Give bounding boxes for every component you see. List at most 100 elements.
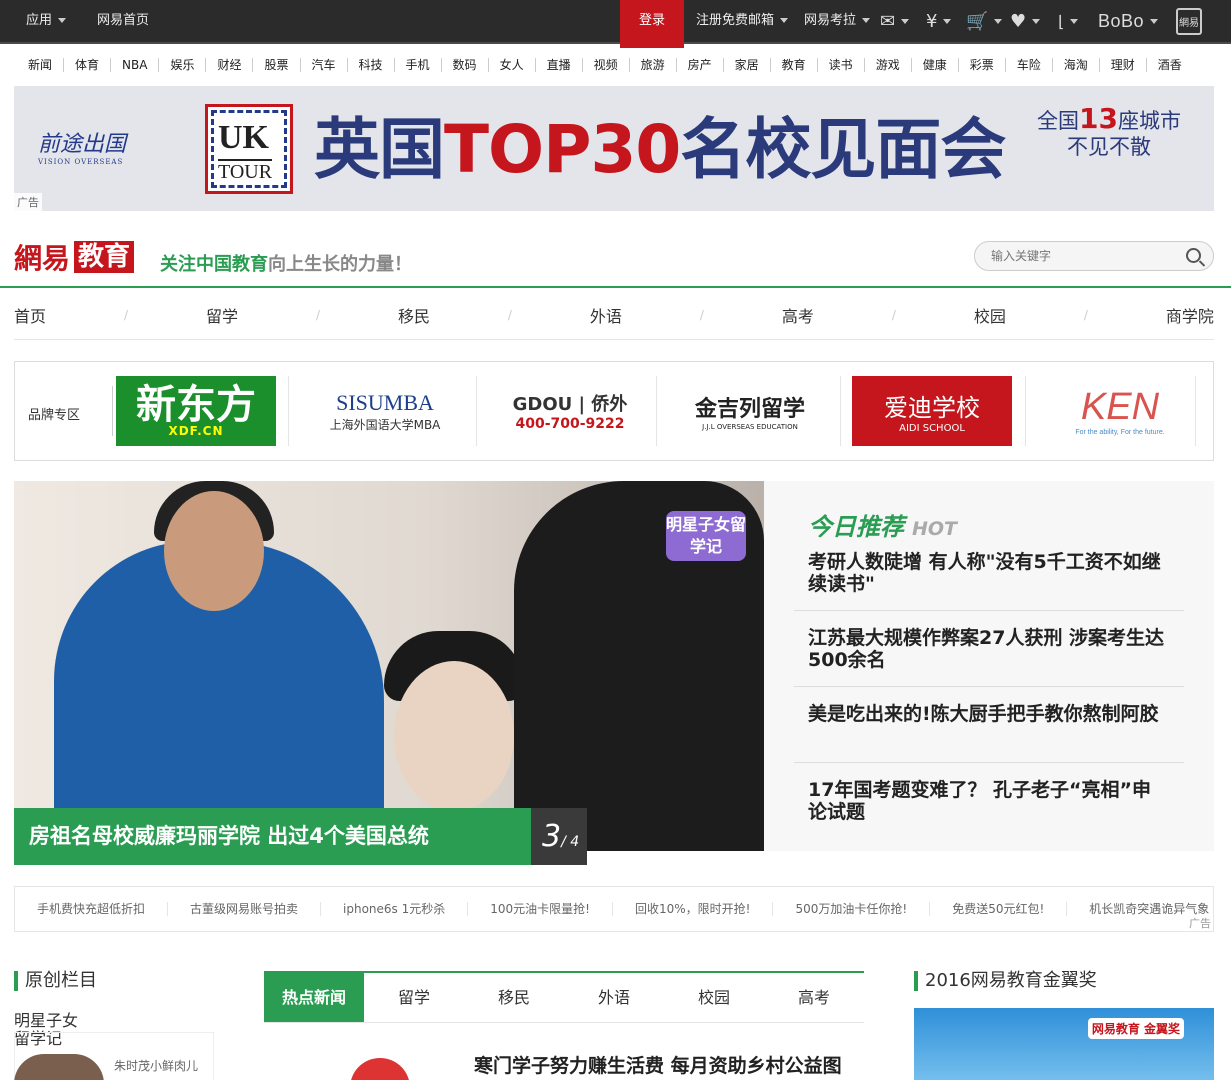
brand-sisumba[interactable]: SISUMBA 上海外国语大学MBA [305,376,465,446]
main-nav-item[interactable]: 留学 [206,303,238,327]
channel-link[interactable]: 酒香 [1147,58,1193,72]
nav-separator: / [123,307,129,322]
channel-link[interactable]: 理财 [1100,58,1147,72]
brand-aidi[interactable]: 爱迪学校 AIDI SCHOOL [852,376,1012,446]
channel-link[interactable]: 健康 [912,58,959,72]
text-ad-link[interactable]: 免费送50元红包! [930,902,1068,916]
netease-logo: 網易 [14,242,71,275]
netease-home-link[interactable]: 网易首页 [97,0,149,42]
search-icon[interactable] [1186,248,1201,263]
channel-link[interactable]: 家居 [724,58,771,72]
text-ad-link[interactable]: 古董级网易账号拍卖 [168,902,322,916]
hot-item[interactable]: 17年国考题变难了？ 孔子老子“亮相”申论试题 [808,779,1168,823]
main-nav-item[interactable]: 外语 [590,303,622,327]
text-ad-link[interactable]: 回收10%，限时开抢! [613,902,774,916]
hot-item[interactable]: 江苏最大规模作弊案27人获刑 涉案考生达500余名 [808,627,1168,671]
column-badge: 明星子女留学记 [666,511,746,561]
ad-label: 广告 [14,193,42,211]
nav-separator: / [507,307,512,322]
chevron-down-icon [58,18,67,23]
register-mail-menu[interactable]: 注册免费邮箱 [696,0,789,42]
channel-link[interactable]: 教育 [771,58,818,72]
banner-ad[interactable]: 前途出国 VISION OVERSEAS UK TOUR 英国TOP30名校见面会… [14,86,1214,211]
original-section-title: 原创栏目 [14,971,97,991]
nav-separator: / [891,307,896,322]
today-recommend-title: 今日推荐 HOT [808,513,958,541]
award-banner[interactable]: 网易教育 金翼奖 [914,1008,1214,1080]
news-tab[interactable]: 外语 [564,973,664,1022]
channel-link[interactable]: 新闻 [14,58,65,72]
mobile-app-link[interactable]: 網易 [1176,0,1202,42]
main-nav-item[interactable]: 商学院 [1166,303,1214,327]
news-tab[interactable]: 热点新闻 [264,973,364,1022]
channel-link[interactable]: 游戏 [865,58,912,72]
top-bar: 应用 网易首页 登录 注册免费邮箱 网易考拉 ✉ ¥ 🛒 ♥ ⌊ BoBo 網易 [0,0,1231,48]
divider [794,762,1184,763]
channel-link[interactable]: 股票 [253,58,301,72]
text-ad-link[interactable]: 100元油卡限量抢! [468,902,613,916]
heart-icon: ♥ [1010,10,1027,32]
brand-jjl[interactable]: 金吉列留学 J.J.L OVERSEAS EDUCATION [670,376,830,446]
slogan: 关注中国教育向上生长的力量！ [160,254,412,275]
cart-menu[interactable]: 🛒 [966,0,1003,42]
channel-link[interactable]: 手机 [395,58,442,72]
favorite-menu[interactable]: ♥ [1010,0,1041,42]
hot-item[interactable]: 考研人数陡增 有人称"没有5千工资不如继续读书" [808,551,1168,595]
channel-link[interactable]: 女人 [489,58,536,72]
user-menu[interactable]: ⌊ [1058,0,1079,42]
text-ad-link[interactable]: 机长凯奇突遇诡异气象 [1067,902,1231,916]
channel-link[interactable]: 视频 [583,58,630,72]
apps-menu[interactable]: 应用 [26,0,67,42]
divider [1025,376,1026,446]
main-nav-item[interactable]: 高考 [782,303,814,327]
news-thumbnail[interactable] [350,1058,410,1080]
ad-label: 广告 [1189,917,1211,930]
text-ad-link[interactable]: 手机费快充超低折扣 [15,902,169,916]
news-tab[interactable]: 留学 [364,973,464,1022]
channel-link[interactable]: 科技 [348,58,395,72]
channel-link[interactable]: 汽车 [301,58,348,72]
channel-link[interactable]: 车险 [1006,58,1053,72]
channel-link[interactable]: NBA [111,58,160,72]
channel-link[interactable]: 读书 [818,58,865,72]
brand-gdou[interactable]: GDOU | 侨外 400-700-9222 [485,376,655,446]
brand-xdf[interactable]: 新东方 XDF.CN [116,376,276,446]
hero-caption[interactable]: 房祖名母校威廉玛丽学院 出过4个美国总统 [14,808,531,865]
news-tab[interactable]: 高考 [764,973,864,1022]
main-nav-item[interactable]: 校园 [974,303,1006,327]
news-tab[interactable]: 移民 [464,973,564,1022]
search-input[interactable] [991,242,1181,270]
pay-menu[interactable]: ¥ [926,0,952,42]
channel-link[interactable]: 财经 [206,58,254,72]
hot-item[interactable]: 美是吃出来的!陈大厨手把手教你熬制阿胶 [808,703,1168,725]
channel-link[interactable]: 娱乐 [159,58,207,72]
hero-slide-image[interactable]: 明星子女留学记 [14,481,764,851]
channel-link[interactable]: 直播 [536,58,583,72]
main-nav-item[interactable]: 首页 [14,303,46,327]
divider [0,286,1231,288]
channel-link[interactable]: 彩票 [959,58,1006,72]
channel-link[interactable]: 数码 [442,58,489,72]
channel-link[interactable]: 体育 [64,58,112,72]
channel-link[interactable]: 旅游 [630,58,677,72]
edu-logo[interactable]: 網易 教育 [14,240,135,275]
divider [656,376,657,446]
today-recommend: 今日推荐 HOT 考研人数陡增 有人称"没有5千工资不如继续读书" 江苏最大规模作… [764,481,1214,851]
thumbnail-caption[interactable]: 朱时茂小鲜肉儿 [114,1057,198,1074]
text-ad-link[interactable]: iphone6s 1元秒杀 [321,902,469,916]
mail-menu[interactable]: ✉ [880,0,910,42]
news-tab[interactable]: 校园 [664,973,764,1022]
divider [1195,376,1196,446]
news-tabs: 热点新闻 留学 移民 外语 校园 高考 [264,971,864,1023]
brand-ken[interactable]: KEN For the ability, For the future. [1045,376,1195,446]
channel-link[interactable]: 海淘 [1053,58,1100,72]
kaola-menu[interactable]: 网易考拉 [804,0,871,42]
news-headline[interactable]: 寒门学子努力赚生活费 每月资助乡村公益图 [474,1051,842,1078]
main-nav-item[interactable]: 移民 [398,303,430,327]
award-section-title: 2016网易教育金翼奖 [914,971,1097,991]
chevron-down-icon [994,18,1003,24]
channel-link[interactable]: 房产 [677,58,724,72]
bobo-menu[interactable]: BoBo [1098,0,1159,42]
text-ad-link[interactable]: 500万加油卡任你抢! [773,902,931,916]
login-button[interactable]: 登录 [620,0,684,48]
